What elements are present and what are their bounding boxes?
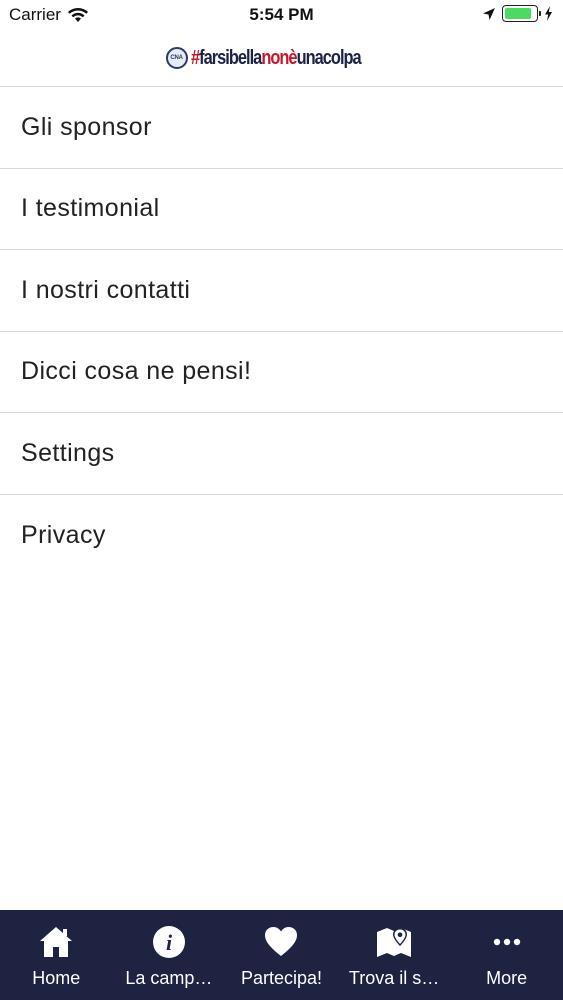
menu-item-contatti[interactable]: I nostri contatti <box>0 250 563 332</box>
battery-icon <box>502 5 541 22</box>
tab-trova[interactable]: Trova il s… <box>338 910 451 1000</box>
home-icon <box>38 924 74 960</box>
menu-item-feedback[interactable]: Dicci cosa ne pensi! <box>0 332 563 413</box>
campaign-hashtag: #farsibellanonèunacolpa <box>190 46 362 69</box>
menu-item-label: I testimonial <box>21 194 160 223</box>
tab-label: Trova il s… <box>348 968 440 988</box>
battery-level <box>505 8 531 19</box>
menu-item-label: Dicci cosa ne pensi! <box>21 357 252 386</box>
tab-campagna[interactable]: i La camp… <box>113 910 226 1000</box>
clock: 5:54 PM <box>249 5 314 24</box>
more-menu-list: Gli sponsor I testimonial I nostri conta… <box>0 87 563 576</box>
menu-item-settings[interactable]: Settings <box>0 413 563 495</box>
info-icon: i <box>151 924 187 960</box>
cna-logo-badge: CNA <box>165 47 188 69</box>
tab-label: La camp… <box>125 968 213 988</box>
tab-home[interactable]: Home <box>0 910 113 1000</box>
map-icon <box>376 924 412 960</box>
campaign-logo: CNA #farsibellanonèunacolpa <box>165 46 398 70</box>
menu-item-label: Settings <box>21 438 115 467</box>
menu-item-label: I nostri contatti <box>21 275 191 304</box>
menu-item-privacy[interactable]: Privacy <box>0 495 563 577</box>
more-icon <box>489 924 525 960</box>
menu-item-testimonial[interactable]: I testimonial <box>0 169 563 250</box>
app-header: CNA #farsibellanonèunacolpa <box>0 30 563 87</box>
menu-item-sponsor[interactable]: Gli sponsor <box>0 87 563 169</box>
menu-item-label: Privacy <box>21 520 106 549</box>
tab-label: Home <box>32 968 81 988</box>
status-bar: Carrier 5:54 PM <box>0 0 563 30</box>
heart-icon <box>263 924 299 960</box>
menu-item-label: Gli sponsor <box>21 112 152 141</box>
location-arrow-icon <box>483 7 495 20</box>
svg-text:i: i <box>166 930 173 955</box>
tab-partecipa[interactable]: Partecipa! <box>225 910 338 1000</box>
tab-label: Partecipa! <box>240 968 322 988</box>
charging-bolt-icon <box>545 6 552 21</box>
bottom-tab-bar: Home i La camp… Partecipa! Trova il s… M… <box>0 910 563 1000</box>
tab-label: More <box>486 968 528 988</box>
tab-more[interactable]: More <box>450 910 563 1000</box>
